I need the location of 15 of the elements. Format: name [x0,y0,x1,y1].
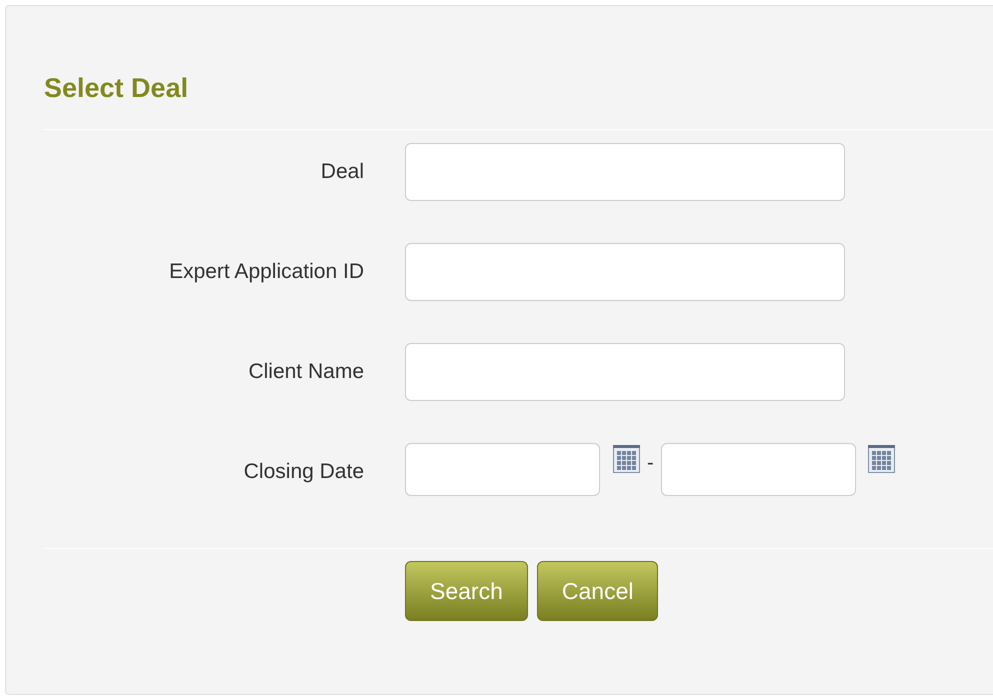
form-title: Select Deal [44,72,190,105]
calendar-icon[interactable] [868,445,895,473]
text-field[interactable] [405,343,845,401]
field-label: Closing Date [242,459,364,485]
range-separator: - [647,451,654,476]
text-field[interactable] [405,143,845,201]
calendar-icon[interactable] [613,445,640,473]
field-label: Client Name [247,359,364,385]
date-field[interactable] [660,443,856,496]
form-button[interactable]: Cancel [536,561,658,621]
field-label: Deal [320,159,364,185]
text-field[interactable] [405,243,845,301]
form-button[interactable]: Search [405,561,528,621]
field-label: Expert Application ID [168,259,364,285]
date-field[interactable] [405,443,600,496]
